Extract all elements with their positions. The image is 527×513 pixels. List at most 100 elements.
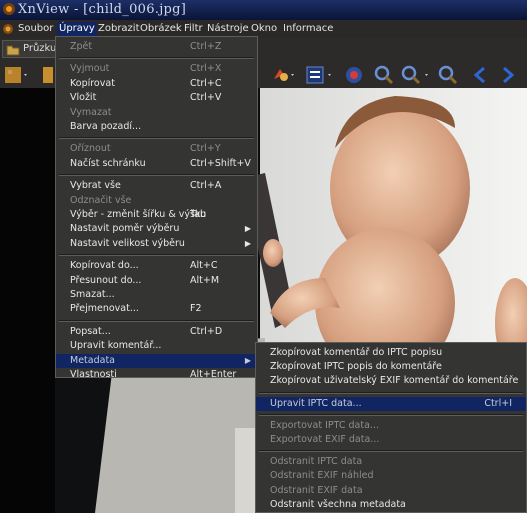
menu-separator [259, 450, 523, 453]
menu-item-vybrat-vse[interactable]: Vybrat vše Ctrl+A [56, 179, 257, 193]
menu-separator [259, 413, 523, 416]
edit-menu: Zpět Ctrl+Z Vyjmout Ctrl+X Kopírovat Ctrl+C Vl… [55, 36, 258, 380]
menu-item-nacist-schranku[interactable]: Načíst schránku Ctrl+Shift+V [56, 157, 257, 171]
menu-item-label: Upravit IPTC data... [270, 397, 362, 409]
menu-item-label: Odznačit vše [70, 194, 132, 206]
menu-item-label: Zkopírovat uživatelský EXIF komentář do … [270, 375, 519, 387]
open-icon[interactable] [40, 65, 56, 85]
menu-item-label: Exportovat IPTC data... [270, 419, 379, 431]
menu-item-zpet: Zpět Ctrl+Z [56, 40, 257, 54]
menu-item-label: Vyjmout [70, 63, 110, 75]
menu-item-label: Přesunout do... [70, 274, 142, 286]
window-title: XnView - [child_006.jpg] [18, 2, 187, 17]
menu-item-label: Vybrat vše [70, 180, 121, 192]
menu-item-exportovat-iptc-data: Exportovat IPTC data... [256, 419, 526, 433]
menu-item-popsat[interactable]: Popsat... Ctrl+D [56, 325, 257, 339]
next-icon[interactable] [498, 65, 518, 85]
menu-item-vymazat: Vymazat [56, 106, 257, 120]
menu-item-label: Zkopírovat komentář do IPTC popisu [270, 347, 443, 358]
menu-item-label: Barva pozadí... [70, 121, 142, 132]
thumbnails-icon[interactable] [3, 65, 29, 85]
menu-item-label: Smazat... [70, 289, 115, 300]
menu-item-label: Oříznout [70, 143, 111, 155]
menu-item-oriznout: Oříznout Ctrl+Y [56, 142, 257, 156]
menu-item-vlastnosti[interactable]: Vlastnosti Alt+Enter [56, 368, 257, 382]
menu-item-zkopirovat-iptc-popis-do-komentare[interactable]: Zkopírovat IPTC popis do komentáře [256, 360, 526, 374]
menu-item-kopirovat[interactable]: Kopírovat Ctrl+C [56, 77, 257, 91]
zoom-fit-icon[interactable] [437, 65, 459, 85]
menu-filtr[interactable]: Filtr [184, 22, 203, 36]
previous-icon[interactable] [470, 65, 490, 85]
menu-item-label: Nastavit poměr výběru [70, 223, 180, 235]
menu-item-label: Popsat... [70, 325, 111, 337]
menu-item-exportovat-exif-data: Exportovat EXIF data... [256, 433, 526, 447]
menu-item-shortcut: Ctrl+I [484, 397, 512, 409]
menu-item-vlozit[interactable]: Vložit Ctrl+V [56, 91, 257, 105]
menu-separator [59, 254, 254, 257]
menu-item-label: Odstranit všechna metadata [270, 498, 406, 510]
menu-item-prejmenovat[interactable]: Přejmenovat... F2 [56, 302, 257, 316]
menu-item-odstranit-vsechna-metadata[interactable]: Odstranit všechna metadata [256, 498, 526, 512]
rotate-icon[interactable] [270, 65, 296, 85]
menu-obrazek[interactable]: Obrázek [140, 22, 182, 36]
menu-item-label: Metadata [70, 354, 115, 366]
browser-panel [0, 88, 55, 513]
menu-item-zkopirovat-komentar-do-iptc-popisu[interactable]: Zkopírovat komentář do IPTC popisu [256, 346, 526, 360]
menu-soubor[interactable]: Soubor [18, 22, 53, 36]
menu-item-upravit-komentar[interactable]: Upravit komentář... [56, 339, 257, 353]
xnview-app-icon[interactable] [2, 2, 16, 16]
menu-item-barva-pozadi[interactable]: Barva pozadí... [56, 120, 257, 134]
menu-item-odstranit-iptc-data: Odstranit IPTC data [256, 455, 526, 469]
menu-item-presunout-do[interactable]: Přesunout do... Alt+M [56, 274, 257, 288]
menu-okno[interactable]: Okno [251, 22, 277, 36]
menu-item-zkopirovat-uzivatelsky-exif-komentar-do-komentare[interactable]: Zkopírovat uživatelský EXIF komentář do … [256, 374, 526, 388]
tab-browser[interactable]: Průzkum [2, 40, 66, 58]
menu-zobrazit[interactable]: Zobrazit [98, 22, 140, 36]
menu-item-nastavit-velikost-vyberu[interactable]: Nastavit velikost výběru ▶ [56, 237, 257, 251]
menu-item-odznacit-vse: Odznačit vše [56, 194, 257, 208]
menu-item-vyber-zmenit-sirku-vysku[interactable]: Výběr - změnit šířku & výšku Tab [56, 208, 257, 222]
menu-item-shortcut: F2 [190, 303, 202, 315]
submenu-arrow-icon: ▶ [244, 238, 251, 248]
menu-item-shortcut: Ctrl+X [190, 63, 222, 75]
menu-item-label: Kopírovat [70, 77, 115, 89]
menu-informace[interactable]: Informace [283, 22, 333, 36]
zoom-icon[interactable] [373, 65, 395, 85]
color-balance-icon[interactable] [343, 65, 365, 85]
menu-item-smazat[interactable]: Smazat... [56, 288, 257, 302]
title-bar: XnView - [child_006.jpg] [0, 0, 527, 20]
menu-item-metadata[interactable]: Metadata ▶ [56, 353, 257, 368]
menu-item-label: Odstranit EXIF data [270, 484, 363, 496]
menu-nastroje[interactable]: Nástroje [207, 22, 249, 36]
submenu-arrow-icon: ▶ [244, 224, 251, 234]
folder-icon [6, 45, 20, 56]
menu-item-label: Vložit [70, 92, 97, 104]
menu-separator [59, 174, 254, 177]
menu-item-shortcut: Ctrl+V [190, 92, 222, 104]
menu-separator [59, 57, 254, 60]
menu-item-shortcut: Alt+Enter [190, 369, 237, 380]
menu-item-label: Vymazat [70, 106, 112, 118]
menu-upravy[interactable]: Úpravy [57, 22, 97, 36]
menu-item-shortcut: Ctrl+A [190, 180, 222, 192]
zoom-out-icon[interactable] [400, 65, 432, 85]
menu-item-label: Zpět [70, 41, 93, 52]
menu-item-upravit-iptc-data[interactable]: Upravit IPTC data... Ctrl+I [256, 396, 526, 411]
menu-separator [259, 391, 523, 394]
menu-item-label: Exportovat EXIF data... [270, 434, 380, 445]
adjust-icon[interactable] [305, 65, 335, 85]
menu-item-label: Přejmenovat... [70, 303, 139, 315]
menu-item-label: Kopírovat do... [70, 260, 139, 272]
document-icon[interactable] [2, 23, 14, 35]
menu-separator [59, 137, 254, 140]
menu-item-nastavit-pomer-vyberu[interactable]: Nastavit poměr výběru ▶ [56, 222, 257, 236]
metadata-submenu: Zkopírovat komentář do IPTC popisu Zkopír… [255, 342, 527, 513]
menu-item-shortcut: Ctrl+Z [190, 41, 222, 52]
menu-item-odstranit-exif-nahled: Odstranit EXIF náhled [256, 469, 526, 483]
menu-item-shortcut: Alt+C [190, 260, 218, 272]
menu-item-vyjmout: Vyjmout Ctrl+X [56, 62, 257, 76]
menu-item-kopirovat-do[interactable]: Kopírovat do... Alt+C [56, 259, 257, 273]
menu-item-label: Zkopírovat IPTC popis do komentáře [270, 361, 442, 373]
menu-item-label: Odstranit EXIF náhled [270, 470, 374, 482]
menu-item-label: Načíst schránku [70, 157, 146, 169]
